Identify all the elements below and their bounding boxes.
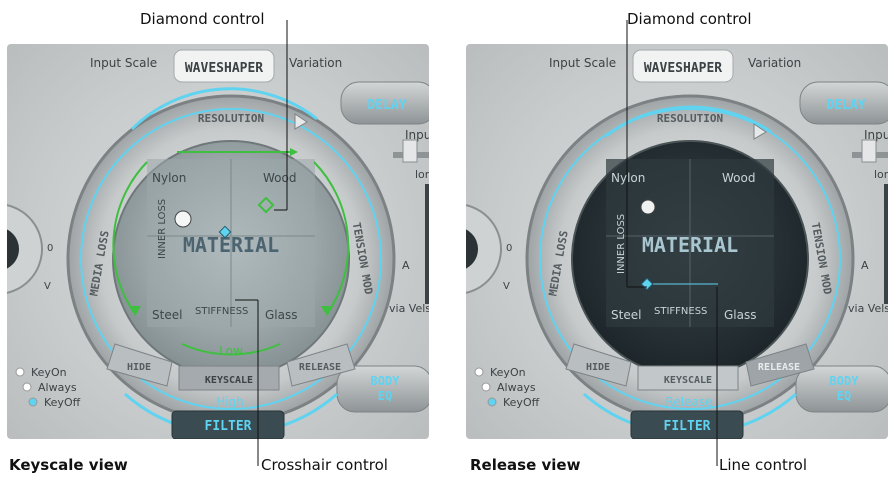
diamond-control-callout-right: Diamond control [627, 10, 752, 28]
high-label: High [216, 395, 244, 409]
body-eq-button-line1[interactable]: BODY [830, 374, 860, 388]
low-label: Low [219, 344, 243, 358]
zero-label: 0 [506, 243, 512, 254]
steel-corner-label: Steel [611, 308, 641, 322]
inner-loss-label: INNER LOSS [157, 199, 168, 259]
variation-label: Variation [289, 56, 342, 70]
waveshaper-label: WAVESHAPER [644, 61, 722, 76]
stiffness-label: STIFFNESS [654, 306, 707, 317]
release-view-graphic: WAVESHAPER Input Scale Variation RESOLUT… [466, 49, 888, 439]
material-ball-handle[interactable] [174, 210, 192, 228]
hide-tab[interactable]: HIDE [127, 362, 151, 373]
variation-label: Variation [748, 56, 801, 70]
material-label: MATERIAL [642, 233, 738, 257]
diamond-control-callout-left: Diamond control [140, 10, 265, 28]
filter-button[interactable]: FILTER [664, 419, 711, 434]
keyon-option[interactable]: KeyOn [490, 366, 526, 379]
release-tab[interactable]: RELEASE [299, 362, 341, 373]
wood-corner-label: Wood [263, 171, 296, 185]
keyscale-tab[interactable]: KEYSCALE [205, 375, 253, 386]
material-ball-handle[interactable] [640, 199, 656, 215]
long-label: long [415, 168, 429, 181]
via-velocity-label: via Velsh [848, 302, 888, 315]
v-label: V [44, 281, 51, 292]
body-eq-button-line2[interactable]: EQ [837, 389, 851, 403]
via-velocity-label: via Velsh [389, 302, 429, 315]
glass-corner-label: Glass [724, 308, 757, 322]
resolution-label: RESOLUTION [657, 112, 723, 125]
long-label: lon [874, 168, 888, 181]
hide-tab[interactable]: HIDE [586, 362, 610, 373]
a-label: A [861, 259, 869, 272]
wood-corner-label: Wood [722, 171, 755, 185]
body-eq-button-line2[interactable]: EQ [378, 389, 392, 403]
keyoff-option[interactable]: KeyOff [503, 396, 540, 409]
line-control-callout: Line control [719, 456, 808, 474]
v-label: V [503, 281, 510, 292]
glass-corner-label: Glass [265, 308, 298, 322]
keyscale-tab[interactable]: KEYSCALE [664, 375, 712, 386]
resolution-label: RESOLUTION [198, 112, 264, 125]
release-view-panel: WAVESHAPER Input Scale Variation RESOLUT… [466, 44, 888, 439]
always-option[interactable]: Always [497, 381, 536, 394]
keyscale-view-graphic: WAVESHAPER Input Scale Variation RESOLUT… [7, 49, 429, 439]
a-label: A [402, 259, 410, 272]
inner-loss-label: INNER LOSS [616, 214, 627, 274]
input-scale-label: Input Scale [549, 56, 616, 70]
nylon-corner-label: Nylon [152, 171, 186, 185]
body-eq-button-line1[interactable]: BODY [371, 374, 401, 388]
input-scale-label: Input Scale [90, 56, 157, 70]
keyon-option[interactable]: KeyOn [31, 366, 67, 379]
delay-button[interactable]: DELAY [826, 98, 865, 113]
delay-button[interactable]: DELAY [367, 98, 406, 113]
stiffness-label: STIFFNESS [195, 306, 248, 317]
waveshaper-label: WAVESHAPER [185, 61, 263, 76]
keyscale-view-panel: WAVESHAPER Input Scale Variation RESOLUT… [7, 44, 429, 439]
zero-label: 0 [47, 243, 53, 254]
release-arc-label: Release [666, 395, 713, 409]
release-tab[interactable]: RELEASE [758, 362, 800, 373]
keyscale-view-caption: Keyscale view [9, 456, 128, 474]
nylon-corner-label: Nylon [611, 171, 645, 185]
always-option[interactable]: Always [38, 381, 77, 394]
crosshair-control-callout: Crosshair control [261, 456, 388, 474]
material-label: MATERIAL [183, 233, 279, 257]
keyoff-option[interactable]: KeyOff [44, 396, 81, 409]
release-view-caption: Release view [470, 456, 581, 474]
steel-corner-label: Steel [152, 308, 182, 322]
filter-button[interactable]: FILTER [205, 419, 252, 434]
